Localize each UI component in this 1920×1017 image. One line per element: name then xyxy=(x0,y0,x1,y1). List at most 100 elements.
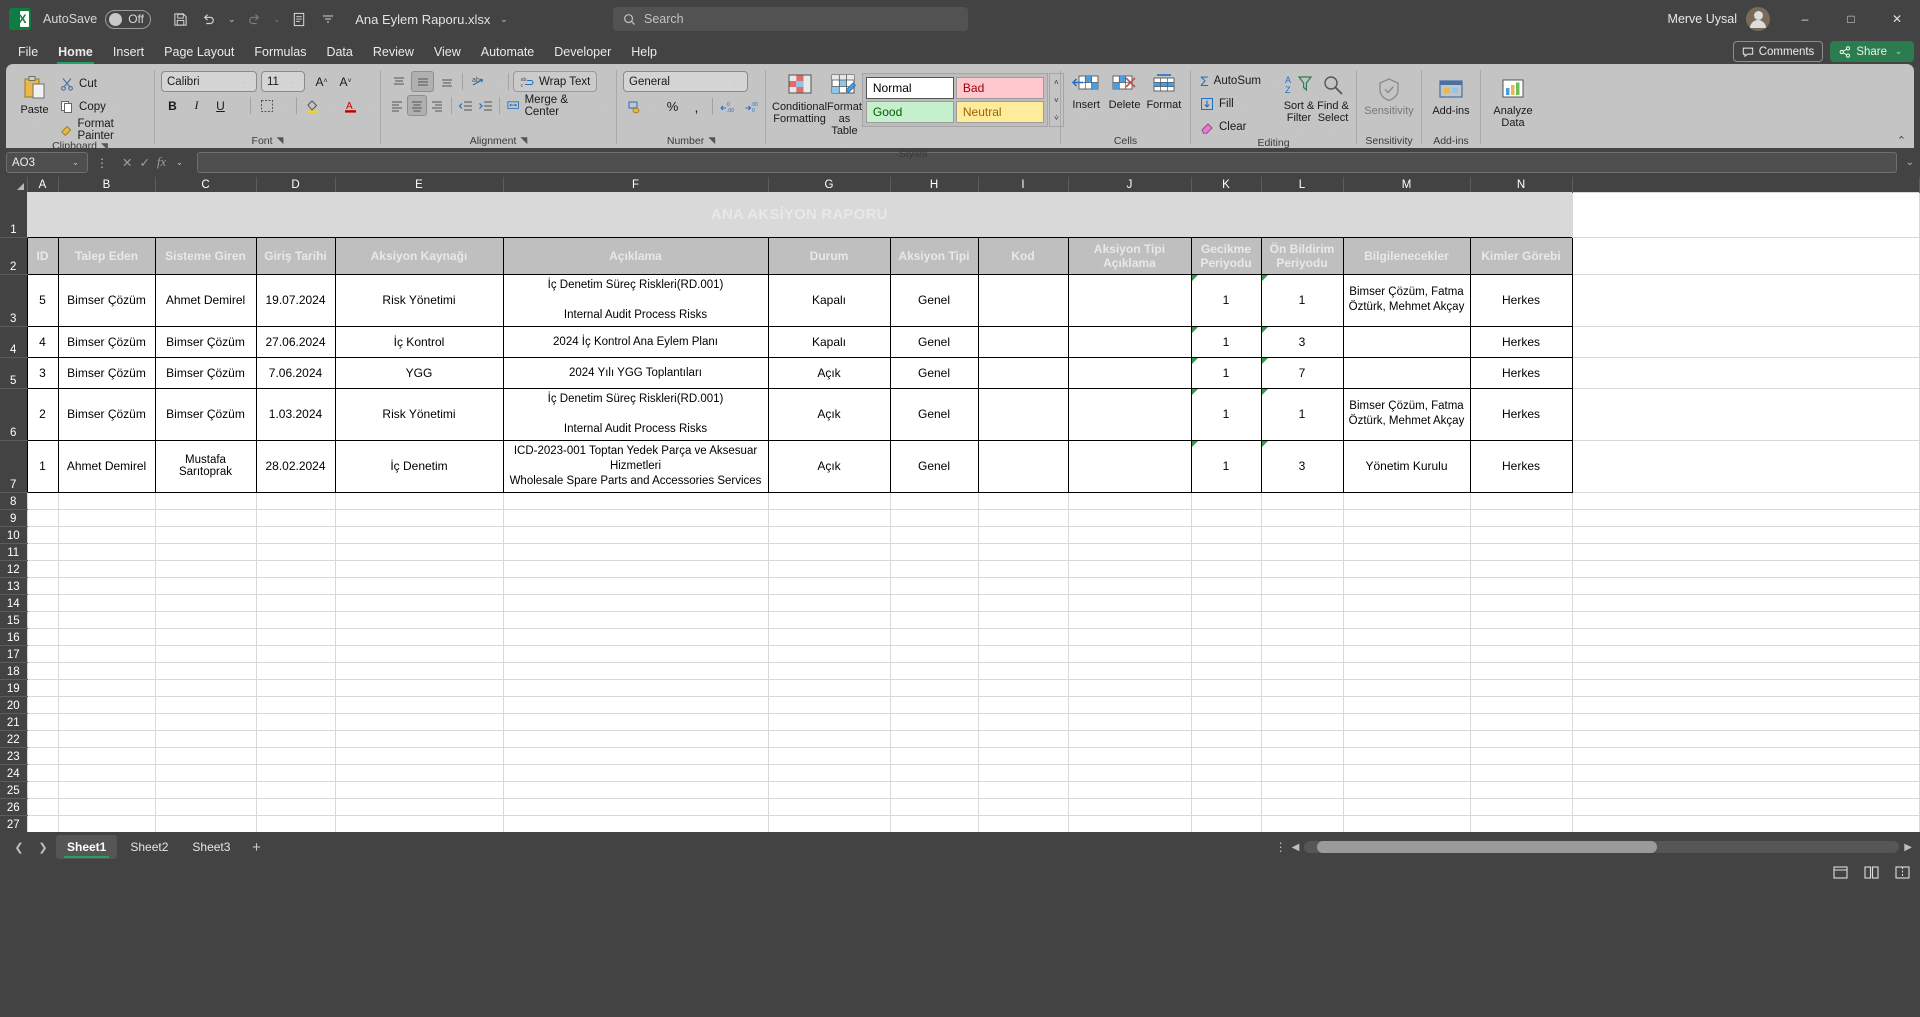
cell-tipi-aciklama[interactable] xyxy=(1067,325,1192,358)
empty-cell[interactable] xyxy=(1469,729,1573,748)
empty-cell[interactable] xyxy=(767,542,891,561)
empty-cell[interactable] xyxy=(334,542,504,561)
select-all-corner[interactable] xyxy=(0,177,28,192)
empty-cell[interactable] xyxy=(26,644,59,663)
empty-cell[interactable] xyxy=(767,712,891,731)
empty-cell[interactable] xyxy=(154,780,257,799)
print-preview-icon[interactable] xyxy=(286,6,312,32)
cell-aciklama[interactable]: 2024 Yılı YGG Toplantıları xyxy=(502,356,769,389)
empty-cell[interactable] xyxy=(1342,695,1471,714)
cell-style-bad[interactable]: Bad xyxy=(955,77,1044,99)
empty-cell[interactable] xyxy=(26,661,59,680)
empty-cell[interactable] xyxy=(1260,661,1344,680)
header-gecikme-periyodu[interactable]: Gecikme Periyodu xyxy=(1190,236,1262,275)
column-header-g[interactable]: G xyxy=(768,177,891,192)
empty-cell[interactable] xyxy=(1571,525,1920,544)
empty-cell[interactable] xyxy=(1190,576,1262,595)
orientation-chevron-down-icon[interactable]: ⌄ xyxy=(491,76,504,87)
empty-cell[interactable] xyxy=(57,780,156,799)
name-box-chevron-down-icon[interactable]: ⌄ xyxy=(69,157,82,168)
empty-cell[interactable] xyxy=(57,763,156,782)
comma-style-button[interactable]: , xyxy=(685,96,708,117)
orientation-icon[interactable]: ab xyxy=(467,71,490,92)
empty-cell[interactable] xyxy=(26,576,59,595)
empty-cell[interactable] xyxy=(1190,525,1262,544)
empty-cell[interactable] xyxy=(977,559,1069,578)
cell-aksiyon-kaynagi[interactable]: YGG xyxy=(334,356,504,389)
cell-aciklama[interactable]: İç Denetim Süreç Riskleri(RD.001) Intern… xyxy=(502,387,769,441)
cell-bilgilenecekler[interactable]: Bimser Çözüm, Fatma Öztürk, Mehmet Akçay xyxy=(1342,387,1471,441)
column-header-m[interactable]: M xyxy=(1343,177,1471,192)
empty-cell[interactable] xyxy=(1571,661,1920,680)
empty-cell[interactable] xyxy=(154,542,257,561)
autosave-toggle[interactable]: Off xyxy=(105,9,152,29)
cell-aksiyon-kaynagi[interactable]: İç Kontrol xyxy=(334,325,504,358)
empty-cell[interactable] xyxy=(1342,729,1471,748)
empty-cell[interactable] xyxy=(334,695,504,714)
empty-cell[interactable] xyxy=(255,508,336,527)
empty-cell[interactable] xyxy=(1571,325,1920,358)
empty-cell[interactable] xyxy=(334,644,504,663)
empty-cell[interactable] xyxy=(1067,644,1192,663)
bold-button[interactable]: B xyxy=(161,95,184,116)
empty-cell[interactable] xyxy=(1571,439,1920,493)
empty-cell[interactable] xyxy=(1342,678,1471,697)
empty-cell[interactable] xyxy=(1571,559,1920,578)
align-middle-icon[interactable] xyxy=(411,71,434,92)
empty-cell[interactable] xyxy=(977,746,1069,765)
document-name[interactable]: Ana Eylem Raporu.xlsx ⌄ xyxy=(355,12,510,27)
close-icon[interactable]: ✕ xyxy=(1874,0,1920,38)
empty-cell[interactable] xyxy=(767,661,891,680)
empty-cell[interactable] xyxy=(889,508,979,527)
empty-cell[interactable] xyxy=(1067,746,1192,765)
empty-cell[interactable] xyxy=(255,610,336,629)
empty-cell[interactable] xyxy=(154,746,257,765)
empty-cell[interactable] xyxy=(1469,491,1573,510)
header-durum[interactable]: Durum xyxy=(767,236,891,275)
empty-cell[interactable] xyxy=(1571,780,1920,799)
header-sisteme-giren[interactable]: Sisteme Giren xyxy=(154,236,257,275)
empty-cell[interactable] xyxy=(767,780,891,799)
format-as-table-chevron-down-icon[interactable]: ⌄ xyxy=(838,137,851,148)
empty-cell[interactable] xyxy=(1190,695,1262,714)
empty-cell[interactable] xyxy=(255,576,336,595)
empty-cell[interactable] xyxy=(977,763,1069,782)
empty-cell[interactable] xyxy=(334,491,504,510)
font-size-chevron-down-icon[interactable]: ⌄ xyxy=(286,76,299,87)
empty-cell[interactable] xyxy=(1190,610,1262,629)
cell-giris-tarihi[interactable]: 27.06.2024 xyxy=(255,325,336,358)
share-button[interactable]: Share ⌄ xyxy=(1830,41,1914,62)
empty-cell[interactable] xyxy=(1067,542,1192,561)
cell-giris-tarihi[interactable]: 1.03.2024 xyxy=(255,387,336,441)
empty-cell[interactable] xyxy=(57,797,156,816)
empty-cell[interactable] xyxy=(255,542,336,561)
empty-cell[interactable] xyxy=(1190,712,1262,731)
empty-cell[interactable] xyxy=(26,780,59,799)
empty-cell[interactable] xyxy=(26,593,59,612)
cell-talep-eden[interactable]: Ahmet Demirel xyxy=(57,439,156,493)
ribbon-tab-help[interactable]: Help xyxy=(621,40,667,64)
empty-cell[interactable] xyxy=(502,542,769,561)
align-center-icon[interactable] xyxy=(407,95,427,116)
empty-cell[interactable] xyxy=(1469,814,1573,832)
empty-cell[interactable] xyxy=(1342,763,1471,782)
font-color-chevron-down-icon[interactable]: ⌄ xyxy=(363,100,376,111)
empty-cell[interactable] xyxy=(154,797,257,816)
save-icon[interactable] xyxy=(167,6,193,32)
empty-cell[interactable] xyxy=(1067,593,1192,612)
empty-cell[interactable] xyxy=(977,797,1069,816)
autosum-button[interactable]: Σ AutoSum ⌄ xyxy=(1197,70,1282,91)
row-header-17[interactable]: 17 xyxy=(0,645,27,663)
empty-cell[interactable] xyxy=(334,576,504,595)
cell-tipi-aciklama[interactable] xyxy=(1067,356,1192,389)
empty-cell[interactable] xyxy=(1190,729,1262,748)
empty-cell[interactable] xyxy=(977,644,1069,663)
empty-cell[interactable] xyxy=(26,695,59,714)
empty-cell[interactable] xyxy=(154,644,257,663)
cell-bilgilenecekler[interactable] xyxy=(1342,325,1471,358)
empty-cell[interactable] xyxy=(977,712,1069,731)
empty-cell[interactable] xyxy=(154,712,257,731)
empty-cell[interactable] xyxy=(977,627,1069,646)
header-aksiyon-tipi[interactable]: Aksiyon Tipi xyxy=(889,236,979,275)
cell-bilgilenecekler[interactable]: Yönetim Kurulu xyxy=(1342,439,1471,493)
